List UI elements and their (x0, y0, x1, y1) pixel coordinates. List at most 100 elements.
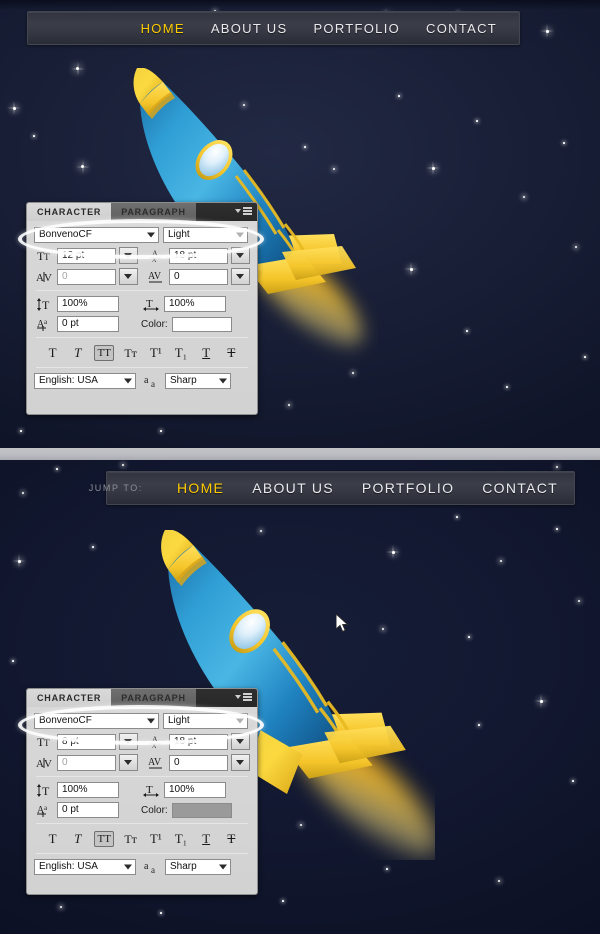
font-size-icon: TT (34, 735, 54, 748)
tracking-icon: AV (146, 270, 166, 283)
svg-text:a: a (151, 865, 155, 874)
leading-icon: AA (146, 735, 166, 748)
panel-menu-icon-bottom[interactable] (235, 693, 252, 701)
baseline-shift-value-bottom[interactable]: 0 pt (57, 802, 119, 818)
subscript-button[interactable]: T₁ (172, 831, 189, 847)
star (556, 528, 558, 530)
underline-button[interactable]: T (198, 831, 215, 847)
chevron-down-icon (147, 718, 155, 724)
superscript-button[interactable]: T¹ (147, 831, 164, 847)
nav-item-home-bottom[interactable]: HOME (177, 480, 224, 496)
tab-paragraph-bottom[interactable]: PARAGRAPH (111, 689, 196, 707)
nav-item-portfolio-bottom[interactable]: PORTFOLIO (362, 480, 454, 496)
font-family-value-top[interactable]: BonvenoCF (34, 227, 159, 243)
nav-item-home[interactable]: HOME (141, 21, 185, 36)
strikethrough-button[interactable]: T (223, 831, 240, 847)
text-color-swatch-bottom[interactable] (171, 802, 232, 818)
star (288, 404, 290, 406)
font-style-combo-top[interactable]: Light (163, 227, 248, 243)
faux-bold-button[interactable]: T (44, 345, 61, 361)
star (20, 430, 22, 432)
divider-line (36, 823, 248, 824)
leading-value-bottom[interactable]: 18 pt (169, 733, 228, 750)
subscript-button[interactable]: T₁ (172, 345, 189, 361)
nav-item-contact[interactable]: CONTACT (426, 21, 497, 36)
navbar-bottom[interactable]: JUMP TO: HOME ABOUT US PORTFOLIO CONTACT (89, 471, 575, 505)
tracking-value-top[interactable]: 0 (169, 268, 228, 285)
star (60, 906, 62, 908)
font-style-button-group-bottom[interactable]: T T TT Tт T¹ T₁ T T (34, 829, 250, 848)
font-family-value-bottom[interactable]: BonvenoCF (34, 713, 159, 729)
horizontal-scale-value-bottom[interactable]: 100% (164, 782, 226, 798)
underline-button[interactable]: T (198, 345, 215, 361)
anti-alias-combo-bottom[interactable]: Sharp (165, 859, 231, 875)
faux-italic-button[interactable]: T (69, 831, 86, 847)
font-style-button-group-top[interactable]: T T TT Tт T¹ T₁ T T (34, 343, 250, 362)
font-size-stepper-bottom[interactable] (118, 733, 138, 750)
jump-to-wrap: JUMP TO: (89, 483, 149, 493)
tab-character-bottom[interactable]: CHARACTER (27, 689, 112, 707)
panel-tab-bar-bottom[interactable]: CHARACTER PARAGRAPH (27, 689, 257, 707)
character-panel-bottom[interactable]: CHARACTER PARAGRAPH BonvenoCF Light T T … (26, 688, 258, 895)
svg-text:A: A (36, 758, 44, 769)
font-size-value-bottom[interactable]: 8 pt (57, 733, 116, 750)
tracking-stepper-top[interactable] (230, 268, 250, 285)
star (282, 900, 284, 902)
leading-value-top[interactable]: 18 pt (169, 247, 228, 264)
language-value-top[interactable]: English: USA (34, 373, 136, 389)
all-caps-button[interactable]: TT (94, 831, 114, 847)
superscript-button[interactable]: T¹ (147, 345, 164, 361)
faux-italic-button[interactable]: T (69, 345, 86, 361)
svg-text:a: a (44, 804, 48, 812)
language-value-bottom[interactable]: English: USA (34, 859, 136, 875)
top-scene: HOME ABOUT US PORTFOLIO CONTACT CHARACTE… (0, 0, 600, 448)
star (18, 560, 21, 563)
nav-item-about-us[interactable]: ABOUT US (211, 21, 288, 36)
kerning-stepper-top[interactable] (118, 268, 138, 285)
horizontal-scale-icon: T (141, 784, 161, 797)
small-caps-button[interactable]: Tт (122, 345, 139, 361)
navbar-top[interactable]: HOME ABOUT US PORTFOLIO CONTACT (27, 11, 520, 45)
nav-item-portfolio[interactable]: PORTFOLIO (313, 21, 400, 36)
font-style-combo-bottom[interactable]: Light (163, 713, 248, 729)
font-family-combo-bottom[interactable]: BonvenoCF (34, 713, 159, 729)
chevron-down-icon (124, 864, 132, 870)
chevron-down-icon (124, 378, 132, 384)
font-family-combo-top[interactable]: BonvenoCF (34, 227, 159, 243)
leading-stepper-top[interactable] (230, 247, 250, 264)
text-color-swatch-top[interactable] (171, 316, 232, 332)
character-panel-top[interactable]: CHARACTER PARAGRAPH BonvenoCF Light T T … (26, 202, 258, 415)
chevron-down-icon (236, 232, 244, 238)
tracking-value-bottom[interactable]: 0 (169, 754, 228, 771)
language-combo-top[interactable]: English: USA (34, 373, 136, 389)
faux-bold-button[interactable]: T (44, 831, 61, 847)
anti-alias-combo-top[interactable]: Sharp (165, 373, 231, 389)
small-caps-button[interactable]: Tт (122, 831, 139, 847)
horizontal-scale-value-top[interactable]: 100% (164, 296, 226, 312)
font-size-stepper-top[interactable] (118, 247, 138, 264)
svg-text:A: A (152, 735, 158, 744)
nav-item-contact-bottom[interactable]: CONTACT (482, 480, 558, 496)
kerning-stepper-bottom[interactable] (118, 754, 138, 771)
leading-stepper-bottom[interactable] (230, 733, 250, 750)
baseline-shift-value-top[interactable]: 0 pt (57, 316, 119, 332)
panel-tab-bar-top[interactable]: CHARACTER PARAGRAPH (27, 203, 257, 221)
tab-character-top[interactable]: CHARACTER (27, 203, 112, 221)
leading-icon: AA (146, 249, 166, 262)
vertical-scale-value-bottom[interactable]: 100% (57, 782, 119, 798)
svg-text:T: T (42, 298, 50, 311)
kerning-value-top[interactable]: 0 (57, 268, 116, 285)
tracking-stepper-bottom[interactable] (230, 754, 250, 771)
kerning-value-bottom[interactable]: 0 (57, 754, 116, 771)
font-size-value-top[interactable]: 12 pt (57, 247, 116, 264)
tab-paragraph-top[interactable]: PARAGRAPH (111, 203, 196, 221)
language-combo-bottom[interactable]: English: USA (34, 859, 136, 875)
all-caps-button[interactable]: TT (94, 345, 114, 361)
star (546, 30, 549, 33)
nav-item-about-us-bottom[interactable]: ABOUT US (252, 480, 334, 496)
kerning-icon: AV (34, 270, 54, 283)
panel-menu-icon-top[interactable] (235, 207, 252, 215)
vertical-scale-value-top[interactable]: 100% (57, 296, 119, 312)
strikethrough-button[interactable]: T (223, 345, 240, 361)
svg-text:AV: AV (148, 757, 162, 768)
